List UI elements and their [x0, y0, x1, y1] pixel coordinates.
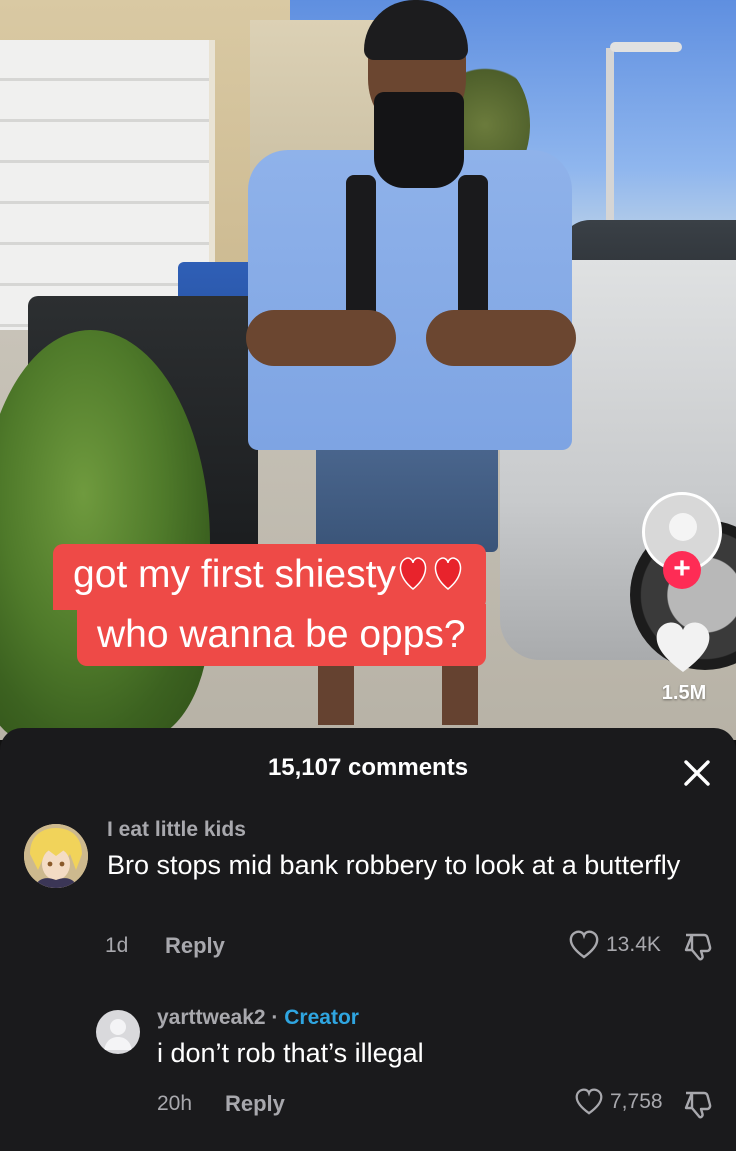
reply-button[interactable]: Reply	[225, 1091, 285, 1117]
photo-street-lamp-arm	[610, 42, 682, 52]
photo-person-arm	[426, 310, 576, 366]
dislike-icon	[684, 1091, 712, 1119]
comments-sheet: 15,107 comments I eat little kids Bro st…	[0, 728, 736, 1151]
photo-person-arm	[246, 310, 396, 366]
heart-icon	[656, 622, 710, 672]
reply-username-row: yarttweak2 · Creator	[157, 1006, 359, 1030]
username-separator: ·	[271, 1006, 279, 1029]
photo-person-shirt	[248, 150, 572, 450]
photo-person-mask	[374, 92, 464, 188]
reply-like-button[interactable]: 7,758	[574, 1088, 663, 1116]
comment-like-button[interactable]: 13.4K	[568, 930, 661, 960]
reply-text: i don’t rob that’s illegal	[157, 1038, 424, 1068]
heart-emoji-icon	[396, 550, 466, 612]
video-player[interactable]: got my first shiesty who wanna be opps? …	[0, 0, 736, 740]
photo-person-shorts	[316, 432, 498, 552]
caption-line-1-text: got my first shiesty	[73, 553, 396, 596]
comments-count-title: 15,107 comments	[267, 754, 469, 781]
avatar-placeholder-icon	[669, 513, 697, 541]
default-avatar-icon	[104, 1019, 132, 1050]
anime-avatar-icon	[24, 824, 88, 888]
like-button[interactable]	[653, 620, 713, 676]
like-count: 1.5M	[661, 682, 707, 704]
heart-outline-icon	[575, 1088, 603, 1115]
close-icon	[684, 760, 710, 786]
heart-outline-icon	[569, 930, 599, 959]
comment-text: Bro stops mid bank robbery to look at a …	[107, 850, 681, 880]
close-button[interactable]	[680, 756, 714, 790]
photo-person-beanie	[364, 0, 468, 60]
comment-username[interactable]: I eat little kids	[107, 818, 246, 842]
creator-reply-avatar[interactable]	[96, 1010, 140, 1054]
comment-dislike-button[interactable]	[682, 930, 714, 962]
caption-line-1: got my first shiesty	[53, 544, 486, 610]
comment-time: 1d	[105, 934, 129, 957]
caption-line-2: who wanna be opps?	[77, 604, 486, 666]
reply-time: 20h	[157, 1092, 193, 1115]
creator-badge: Creator	[284, 1006, 359, 1029]
reply-username[interactable]: yarttweak2	[157, 1006, 266, 1029]
reply-button[interactable]: Reply	[165, 933, 225, 959]
dislike-icon	[684, 933, 712, 961]
commenter-avatar[interactable]	[24, 824, 88, 888]
reply-like-count: 7,758	[610, 1090, 663, 1113]
comment-like-count: 13.4K	[606, 933, 661, 956]
video-caption: got my first shiesty who wanna be opps?	[0, 544, 736, 668]
follow-button[interactable]: +	[663, 551, 701, 589]
reply-dislike-button[interactable]	[682, 1088, 714, 1120]
